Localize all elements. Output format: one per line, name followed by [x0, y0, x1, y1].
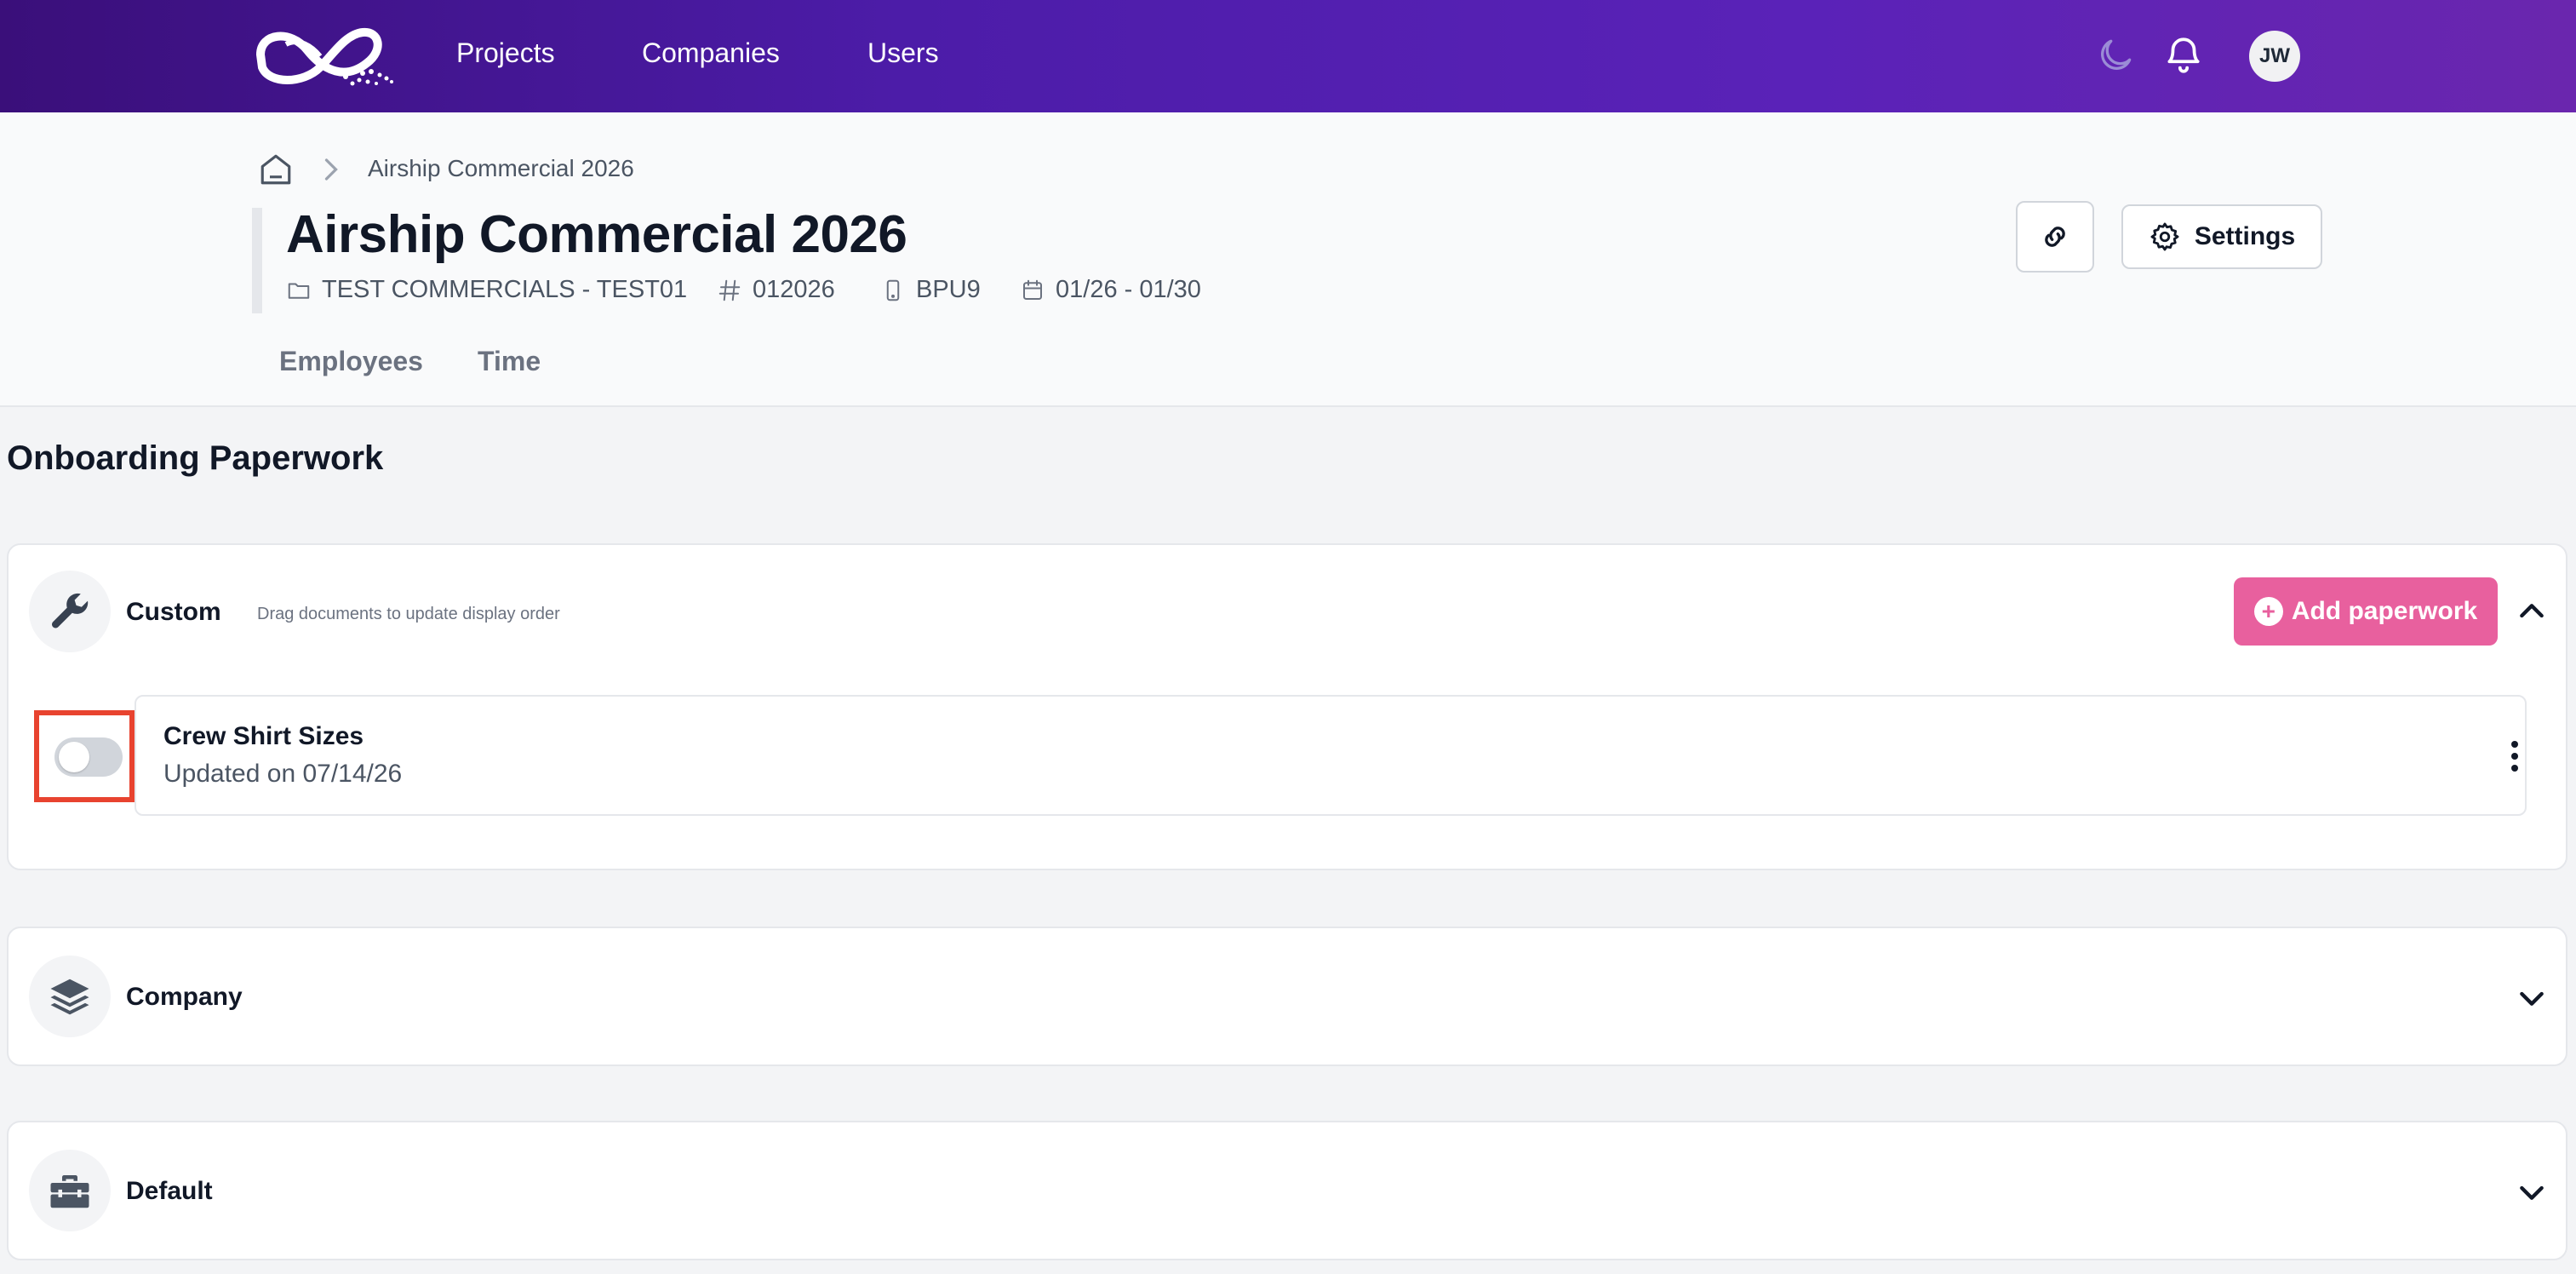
chevron-down-icon[interactable] [2515, 1175, 2549, 1209]
copy-link-button[interactable] [2016, 201, 2094, 273]
chevron-down-icon[interactable] [2515, 981, 2549, 1015]
meta-dates: 01/26 - 01/30 [1020, 276, 1201, 304]
calendar-icon [1023, 279, 1042, 300]
drag-hint: Drag documents to update display order [257, 605, 560, 623]
toolbox-icon [29, 1150, 111, 1231]
custom-paperwork-card: Custom Drag documents to update display … [7, 543, 2567, 870]
settings-label: Settings [2194, 222, 2296, 250]
gear-icon [2150, 222, 2179, 251]
chevron-right-icon [322, 157, 341, 182]
toggle-highlight [34, 710, 135, 802]
wrench-icon [29, 571, 111, 652]
breadcrumb-current: Airship Commercial 2026 [368, 155, 634, 181]
meta-code: BPU9 [880, 276, 981, 304]
section-title: Onboarding Paperwork [7, 439, 384, 477]
folder-icon [288, 283, 310, 299]
custom-group-title: Custom [126, 598, 221, 626]
add-paperwork-label: Add paperwork [2291, 597, 2478, 625]
meta-company-text: TEST COMMERCIALS - TEST01 [322, 276, 688, 303]
company-paperwork-card[interactable]: Company [7, 927, 2567, 1066]
add-paperwork-button[interactable]: + Add paperwork [2234, 577, 2498, 646]
tab-time[interactable]: Time [478, 346, 541, 377]
title-accent-bar [252, 208, 262, 313]
chevron-up-icon[interactable] [2515, 594, 2549, 628]
document-updated: Updated on 07/14/26 [163, 760, 403, 788]
phone-icon [886, 279, 900, 301]
nav-projects[interactable]: Projects [456, 37, 555, 69]
meta-number: 012026 [717, 276, 835, 304]
link-icon [2045, 227, 2065, 247]
home-icon[interactable] [257, 152, 295, 187]
toggle-knob [59, 742, 89, 772]
logo-icon[interactable] [252, 20, 398, 92]
layers-icon [29, 956, 111, 1037]
meta-number-text: 012026 [753, 276, 835, 303]
tab-employees[interactable]: Employees [279, 346, 423, 377]
default-paperwork-card[interactable]: Default [7, 1121, 2567, 1260]
meta-code-text: BPU9 [916, 276, 981, 303]
nav-companies[interactable]: Companies [642, 37, 780, 69]
moon-icon[interactable] [2094, 34, 2137, 77]
more-options-icon[interactable] [2506, 739, 2523, 773]
document-row[interactable]: Crew Shirt Sizes Updated on 07/14/26 [135, 695, 2527, 816]
meta-company: TEST COMMERCIALS - TEST01 [286, 276, 687, 304]
top-navbar: Projects Companies Users JW [0, 0, 2576, 112]
bell-icon[interactable] [2162, 34, 2205, 77]
hash-icon [718, 279, 741, 301]
settings-button[interactable]: Settings [2121, 204, 2322, 269]
avatar[interactable]: JW [2249, 31, 2300, 82]
company-group-title: Company [126, 983, 243, 1011]
page-title: Airship Commercial 2026 [286, 205, 907, 264]
plus-icon: + [2253, 597, 2283, 626]
nav-users[interactable]: Users [867, 37, 939, 69]
document-enable-toggle[interactable] [54, 737, 123, 777]
document-name: Crew Shirt Sizes [163, 722, 364, 750]
default-group-title: Default [126, 1177, 213, 1205]
meta-dates-text: 01/26 - 01/30 [1056, 276, 1201, 303]
